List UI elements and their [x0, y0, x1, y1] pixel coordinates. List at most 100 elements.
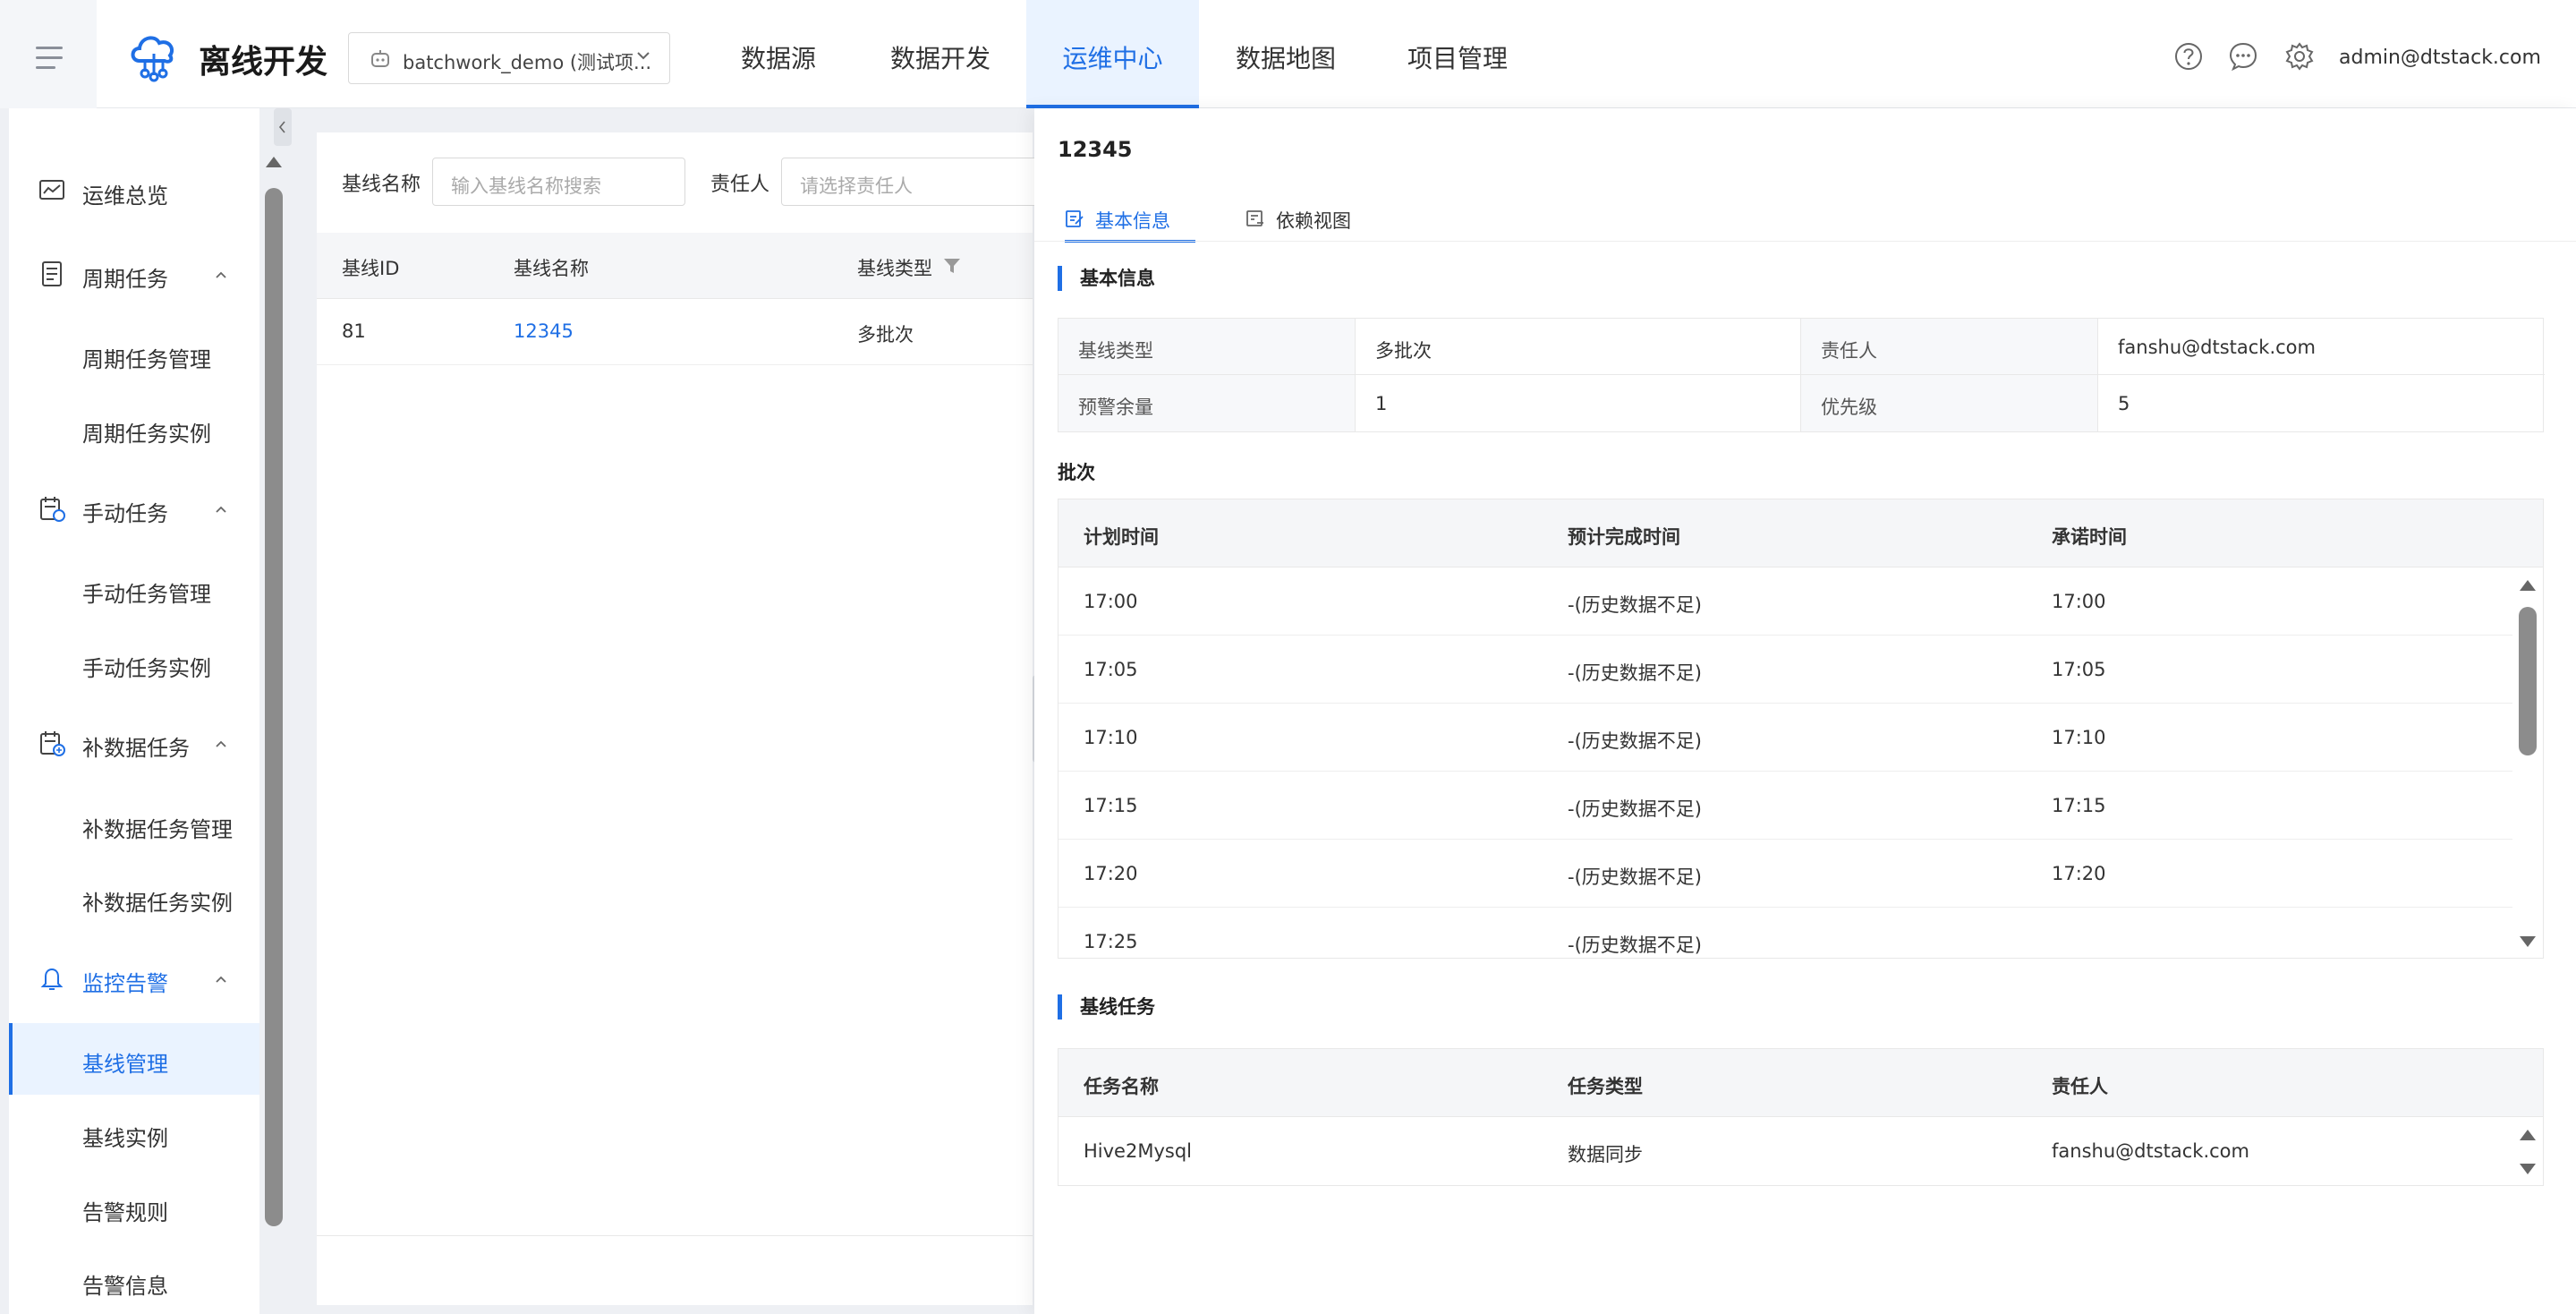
table-row[interactable]: Hive2Mysql 数据同步 fanshu@dtstack.com — [1058, 1117, 2512, 1185]
drawer-title: 12345 — [1058, 137, 1133, 162]
field-value: 5 — [2098, 375, 2545, 431]
owner-select[interactable]: 请选择责任人 — [781, 158, 1050, 206]
scroll-up-arrow-icon[interactable] — [2520, 1130, 2536, 1140]
nav-data-dev[interactable]: 数据开发 — [873, 0, 1007, 108]
field-key-text: 优先级 — [1821, 397, 1877, 418]
column-header: 任务类型 — [1568, 1076, 1643, 1097]
task-table-scrollbar[interactable] — [2512, 1117, 2543, 1185]
baseline-name-search-input[interactable]: 输入基线名称搜索 — [432, 158, 685, 206]
settings-gear-icon[interactable] — [2284, 41, 2315, 72]
nav-data-map[interactable]: 数据地图 — [1219, 0, 1353, 108]
plan-time: 17:25 — [1084, 931, 1138, 952]
tab-basic-info[interactable]: 基本信息 — [1065, 201, 1195, 243]
scroll-thumb[interactable] — [2519, 607, 2537, 755]
batch-table-scrollbar[interactable] — [2512, 567, 2543, 958]
field-value-text: fanshu@dtstack.com — [2118, 337, 2316, 358]
sidebar-item-alarm-rules[interactable]: 告警规则 — [9, 1172, 259, 1243]
tab-dependency-view[interactable]: 依赖视图 — [1245, 201, 1362, 243]
calendar-add-icon — [40, 731, 65, 756]
user-account[interactable]: admin@dtstack.com — [2339, 47, 2541, 69]
column-header: 基线类型 — [857, 258, 932, 279]
sidebar-group-backfill-tasks[interactable]: 补数据任务 — [9, 716, 259, 770]
baseline-list-panel: 基线名称 输入基线名称搜索 责任人 请选择责任人 基线ID 基线名称 基线类型 … — [317, 132, 1050, 1305]
table-row: 17:25 -(历史数据不足) — [1058, 908, 2512, 958]
column-header: 计划时间 — [1084, 526, 1159, 548]
estimated-time: -(历史数据不足) — [1568, 662, 1702, 684]
menu-toggle-button[interactable] — [0, 0, 97, 108]
sidebar-item-manual-task-mgmt[interactable]: 手动任务管理 — [9, 553, 259, 625]
sidebar-item-ops-overview[interactable]: 运维总览 — [9, 164, 259, 218]
sidebar-label: 告警规则 — [82, 1200, 168, 1225]
sidebar-group-manual-tasks[interactable]: 手动任务 — [9, 482, 259, 535]
plan-time: 17:00 — [1084, 591, 1138, 612]
sidebar-item-baseline-instance[interactable]: 基线实例 — [9, 1097, 259, 1169]
field-value-text: 多批次 — [1375, 340, 1432, 362]
sidebar-label: 周期任务实例 — [82, 422, 211, 447]
promise-time: 17:00 — [2052, 591, 2106, 612]
project-name: batchwork_demo (测试项... — [403, 52, 652, 73]
nav-datasource[interactable]: 数据源 — [723, 0, 834, 108]
diagram-icon — [1246, 210, 1263, 226]
sidebar-item-manual-task-instance[interactable]: 手动任务实例 — [9, 627, 259, 699]
cloud-logo-icon — [131, 36, 174, 82]
sidebar-item-alarm-info[interactable]: 告警信息 — [9, 1245, 259, 1314]
filter-icon[interactable] — [942, 256, 962, 276]
chevron-up-icon — [216, 271, 226, 278]
project-select[interactable]: batchwork_demo (测试项... — [348, 32, 670, 84]
table-row: 17:05 -(历史数据不足) 17:05 — [1058, 636, 2512, 704]
sidebar-group-monitor-alarm[interactable]: 监控告警 — [9, 951, 259, 1005]
table-header: 基线ID 基线名称 基线类型 — [317, 233, 1033, 299]
scroll-down-arrow-icon[interactable] — [2520, 936, 2536, 947]
sidebar-item-baseline-mgmt[interactable]: 基线管理 — [9, 1023, 259, 1095]
table-header: 计划时间 预计完成时间 承诺时间 — [1058, 499, 2543, 567]
promise-time: 17:20 — [2052, 863, 2106, 884]
plan-time: 17:10 — [1084, 727, 1138, 748]
placeholder: 请选择责任人 — [800, 175, 913, 197]
column-header: 基线ID — [342, 258, 400, 279]
sidebar-item-cycle-task-instance[interactable]: 周期任务实例 — [9, 393, 259, 465]
sidebar-scroll-thumb[interactable] — [265, 188, 283, 1226]
baseline-detail-drawer: 12345 基本信息 依赖视图 基本信息 基线类型 多批次 责任人 fanshu… — [1034, 108, 2576, 1314]
task-name: Hive2Mysql — [1084, 1140, 1192, 1162]
estimated-time: -(历史数据不足) — [1568, 798, 1702, 820]
field-value: 1 — [1356, 375, 1801, 431]
table-row: 17:00 -(历史数据不足) 17:00 — [1058, 567, 2512, 636]
help-icon[interactable] — [2173, 41, 2204, 72]
field-key-text: 责任人 — [1821, 340, 1877, 362]
sidebar-label: 补数据任务实例 — [82, 891, 233, 916]
baseline-name-label: 基线名称 — [342, 174, 421, 196]
scroll-up-arrow-icon[interactable] — [266, 157, 282, 167]
sidebar-label: 告警信息 — [82, 1274, 168, 1299]
tab-label: 依赖视图 — [1276, 210, 1351, 232]
field-value: fanshu@dtstack.com — [2098, 319, 2545, 375]
field-value: 多批次 — [1356, 319, 1801, 375]
table-row[interactable]: 81 12345 多批次 — [317, 299, 1033, 365]
chevron-up-icon — [216, 740, 226, 747]
baseline-task-table: 任务名称 任务类型 责任人 Hive2Mysql 数据同步 fanshu@dts… — [1058, 1048, 2544, 1186]
sidebar-group-cycle-tasks[interactable]: 周期任务 — [9, 247, 259, 301]
sidebar-item-backfill-task-instance[interactable]: 补数据任务实例 — [9, 862, 259, 934]
baseline-type: 多批次 — [857, 324, 914, 346]
sidebar-item-backfill-task-mgmt[interactable]: 补数据任务管理 — [9, 789, 259, 860]
plan-time: 17:05 — [1084, 659, 1138, 680]
batch-table: 计划时间 预计完成时间 承诺时间 17:00 -(历史数据不足) 17:00 1… — [1058, 499, 2544, 959]
sidebar-scrollbar[interactable] — [263, 157, 285, 1314]
tab-divider — [1034, 241, 2576, 242]
task-type: 数据同步 — [1568, 1144, 1643, 1165]
nav-project-mgmt[interactable]: 项目管理 — [1390, 0, 1525, 108]
tab-label: 基本信息 — [1095, 210, 1170, 232]
message-icon[interactable] — [2228, 41, 2258, 72]
scroll-up-arrow-icon[interactable] — [2520, 580, 2536, 591]
table-row: 17:15 -(历史数据不足) 17:15 — [1058, 772, 2512, 840]
scroll-down-arrow-icon[interactable] — [2520, 1164, 2536, 1174]
sidebar-collapse-button[interactable] — [274, 108, 292, 146]
sidebar: 运维总览 周期任务 周期任务管理 周期任务实例 手动任务 手动任务管理 手动任务… — [9, 108, 259, 1314]
basic-info-table: 基线类型 多批次 责任人 fanshu@dtstack.com 预警余量 1 优… — [1058, 318, 2545, 432]
baseline-name-link[interactable]: 12345 — [514, 320, 574, 342]
sidebar-label: 运维总览 — [82, 183, 168, 209]
field-key: 优先级 — [1801, 375, 2098, 431]
nav-ops-center[interactable]: 运维中心 — [1026, 0, 1199, 108]
sidebar-item-cycle-task-mgmt[interactable]: 周期任务管理 — [9, 319, 259, 390]
section-title-basic-info: 基本信息 — [1058, 266, 1155, 291]
sidebar-label: 基线管理 — [82, 1052, 168, 1077]
